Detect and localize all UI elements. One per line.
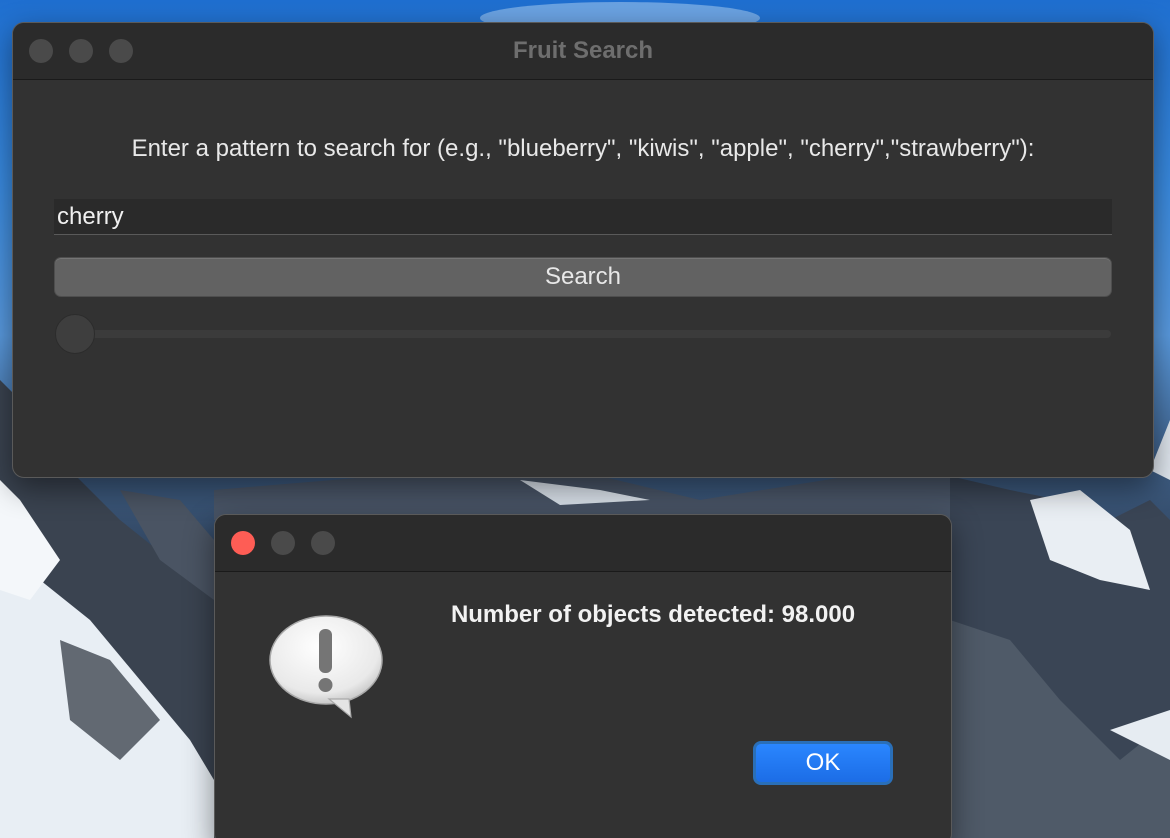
ok-button[interactable]: OK bbox=[753, 741, 893, 785]
zoom-alert-button[interactable] bbox=[311, 531, 335, 555]
search-button[interactable]: Search bbox=[54, 257, 1112, 297]
close-alert-button[interactable] bbox=[231, 531, 255, 555]
search-prompt-label: Enter a pattern to search for (e.g., "bl… bbox=[131, 135, 1035, 162]
minimize-alert-button[interactable] bbox=[271, 531, 295, 555]
search-input[interactable] bbox=[54, 199, 1112, 235]
title-bar[interactable]: Fruit Search bbox=[13, 23, 1153, 80]
caution-speech-bubble-icon bbox=[269, 615, 383, 719]
window-title: Fruit Search bbox=[512, 37, 654, 64]
progress-slider-track[interactable] bbox=[73, 330, 1111, 338]
fruit-search-window: Fruit Search Enter a pattern to search f… bbox=[12, 22, 1154, 478]
alert-dialog: Number of objects detected: 98.000 OK bbox=[214, 514, 952, 838]
alert-title-bar[interactable] bbox=[215, 515, 951, 572]
alert-message: Number of objects detected: 98.000 bbox=[450, 601, 856, 628]
progress-slider-knob[interactable] bbox=[55, 314, 95, 354]
